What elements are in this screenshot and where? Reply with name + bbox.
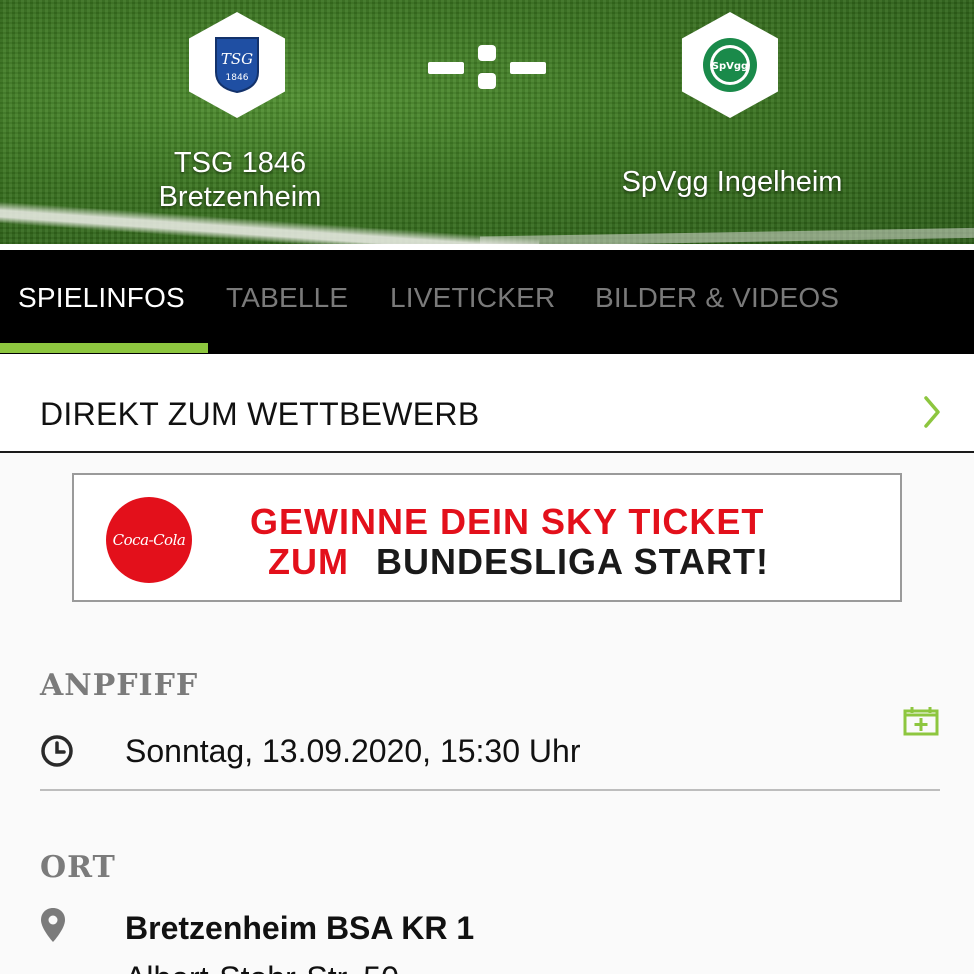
calendar-add-icon[interactable] (903, 706, 939, 736)
home-team-name-line1: TSG 1846 (173, 147, 307, 179)
tab-bilder-videos[interactable]: BILDER & VIDEOS (595, 282, 839, 314)
coca-cola-logo: Coca-Cola (106, 497, 192, 583)
competition-link-label: DIREKT ZUM WETTBEWERB (40, 396, 480, 432)
svg-text:SpVgg: SpVgg (712, 61, 748, 72)
venue-street: Albert-Stohr-Str. 50 (125, 960, 399, 974)
ad-subline-black: BUNDESLIGA START! (376, 541, 769, 582)
svg-text:TSG: TSG (221, 50, 253, 68)
coca-cola-logo-text: Coca-Cola (112, 531, 186, 549)
section-divider (40, 789, 940, 791)
clock-icon (41, 735, 73, 767)
home-team-logo[interactable]: TSG 1846 (189, 12, 285, 118)
ad-headline: GEWINNE DEIN SKY TICKET (250, 501, 765, 542)
tab-spielinfos[interactable]: SPIELINFOS (18, 282, 185, 314)
spvgg-crest-icon: SpVgg (703, 38, 757, 92)
kickoff-heading: ANPFIFF (40, 668, 199, 703)
tab-tabelle[interactable]: TABELLE (226, 282, 348, 314)
tab-bar: SPIELINFOS TABELLE LIVETICKER BILDER & V… (0, 250, 974, 354)
active-tab-indicator (0, 343, 208, 353)
ad-subline-red: ZUM (268, 541, 349, 582)
svg-text:1846: 1846 (226, 73, 249, 83)
score-dash-away (510, 62, 546, 74)
tsg-crest-icon: TSG 1846 (215, 37, 259, 94)
score-placeholder (428, 45, 546, 93)
chevron-right-icon (924, 396, 940, 428)
pitch-line-tail (479, 227, 974, 244)
competition-link[interactable]: DIREKT ZUM WETTBEWERB (0, 354, 974, 453)
score-colon-top (478, 45, 496, 61)
home-team-name-line2: Bretzenheim (158, 181, 322, 213)
location-pin-icon (41, 908, 65, 942)
score-colon-bottom (478, 73, 496, 89)
tab-liveticker[interactable]: LIVETICKER (390, 282, 555, 314)
venue-heading: ORT (40, 850, 116, 885)
away-team-logo[interactable]: SpVgg (682, 12, 778, 118)
home-team-name[interactable]: TSG 1846 Bretzenheim (120, 146, 360, 214)
away-team-name[interactable]: SpVgg Ingelheim (590, 165, 874, 199)
venue-name: Bretzenheim BSA KR 1 (125, 910, 475, 946)
ad-banner[interactable]: Coca-Cola GEWINNE DEIN SKY TICKET ZUM BU… (72, 473, 902, 602)
match-header: TSG 1846 SpVgg TSG 1846 Bretzenheim SpVg… (0, 0, 974, 244)
kickoff-datetime: Sonntag, 13.09.2020, 15:30 Uhr (125, 733, 581, 769)
score-dash-home (428, 62, 464, 74)
